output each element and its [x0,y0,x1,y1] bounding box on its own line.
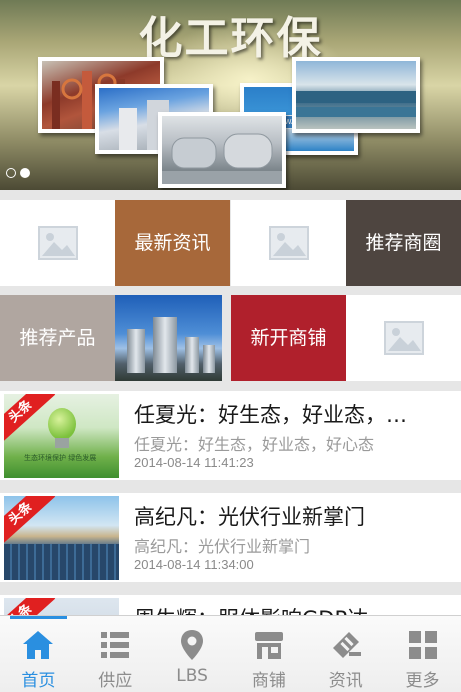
image-placeholder [346,295,461,381]
home-icon [23,631,54,659]
image-placeholder-icon [37,226,78,260]
refinery-photo [115,295,222,381]
news-list-item[interactable]: 生态环境保护 绿色发展 头条 任夏光：好生态，好业态，好心态 任夏光：好生态，好… [0,391,461,480]
news-timestamp: 2014-08-14 11:41:23 [134,455,254,470]
headline-badge: 头条 [4,496,56,547]
carousel-indicator[interactable] [6,168,30,178]
thumbnail-caption: 生态环境保护 绿色发展 [24,454,97,462]
map-pin-icon [181,630,204,660]
news-icon [332,632,361,658]
category-label: 推荐产品 [0,295,115,381]
tab-home[interactable]: 首页 [0,616,77,692]
tab-news[interactable]: 资讯 [307,616,384,692]
tab-supply[interactable]: 供应 [77,616,154,692]
tab-label: 资讯 [328,671,363,691]
tab-lbs[interactable]: LBS [154,616,231,692]
tab-more[interactable]: 更多 [384,616,461,692]
tab-label: LBS [176,666,208,686]
banner-photo-tanks [158,112,286,188]
news-thumbnail: 头条 [4,496,119,580]
category-recommended-products[interactable]: 推荐产品 [0,295,230,381]
list-icon [101,632,130,658]
news-timestamp: 2014-08-14 11:34:00 [134,557,254,572]
news-summary: 任夏光：好生态，好业态，好心态 [134,435,375,454]
category-label: 最新资讯 [115,200,230,286]
carousel-dot-1[interactable] [6,168,16,178]
news-title: 任夏光：好生态，好业态，好心态 [134,403,409,427]
image-placeholder [0,200,115,286]
solar-panels [4,544,119,580]
tab-label: 供应 [98,671,133,691]
news-list-item[interactable]: 头条 高纪凡：光伏行业新掌门 高纪凡：光伏行业新掌门 2014-08-14 11… [0,493,461,582]
tab-label: 更多 [405,671,440,691]
category-latest-news[interactable]: 最新资讯 [0,200,230,286]
news-summary: 高纪凡：光伏行业新掌门 [134,537,311,556]
store-icon [254,632,283,659]
banner-photo-pools [292,57,420,133]
bottom-tab-bar: 首页 供应 LBS 商铺 资讯 更多 [0,615,461,692]
category-label: 新开商铺 [231,295,346,381]
news-thumbnail: 生态环境保护 绿色发展 头条 [4,394,119,478]
image-placeholder [231,200,346,286]
lightbulb-icon [48,408,76,440]
tab-label: 商铺 [251,671,286,691]
carousel-dot-2[interactable] [20,168,30,178]
tab-label: 首页 [21,671,56,691]
category-label: 推荐商圈 [346,200,461,286]
grid-icon [408,631,437,659]
image-placeholder-icon [383,321,424,355]
banner-carousel[interactable]: 化工环保 E WATER [0,0,461,190]
news-title: 高纪凡：光伏行业新掌门 [134,505,365,529]
category-recommended-district[interactable]: 推荐商圈 [231,200,461,286]
category-new-stores[interactable]: 新开商铺 [231,295,461,381]
image-placeholder-icon [268,226,309,260]
tab-stores[interactable]: 商铺 [230,616,307,692]
